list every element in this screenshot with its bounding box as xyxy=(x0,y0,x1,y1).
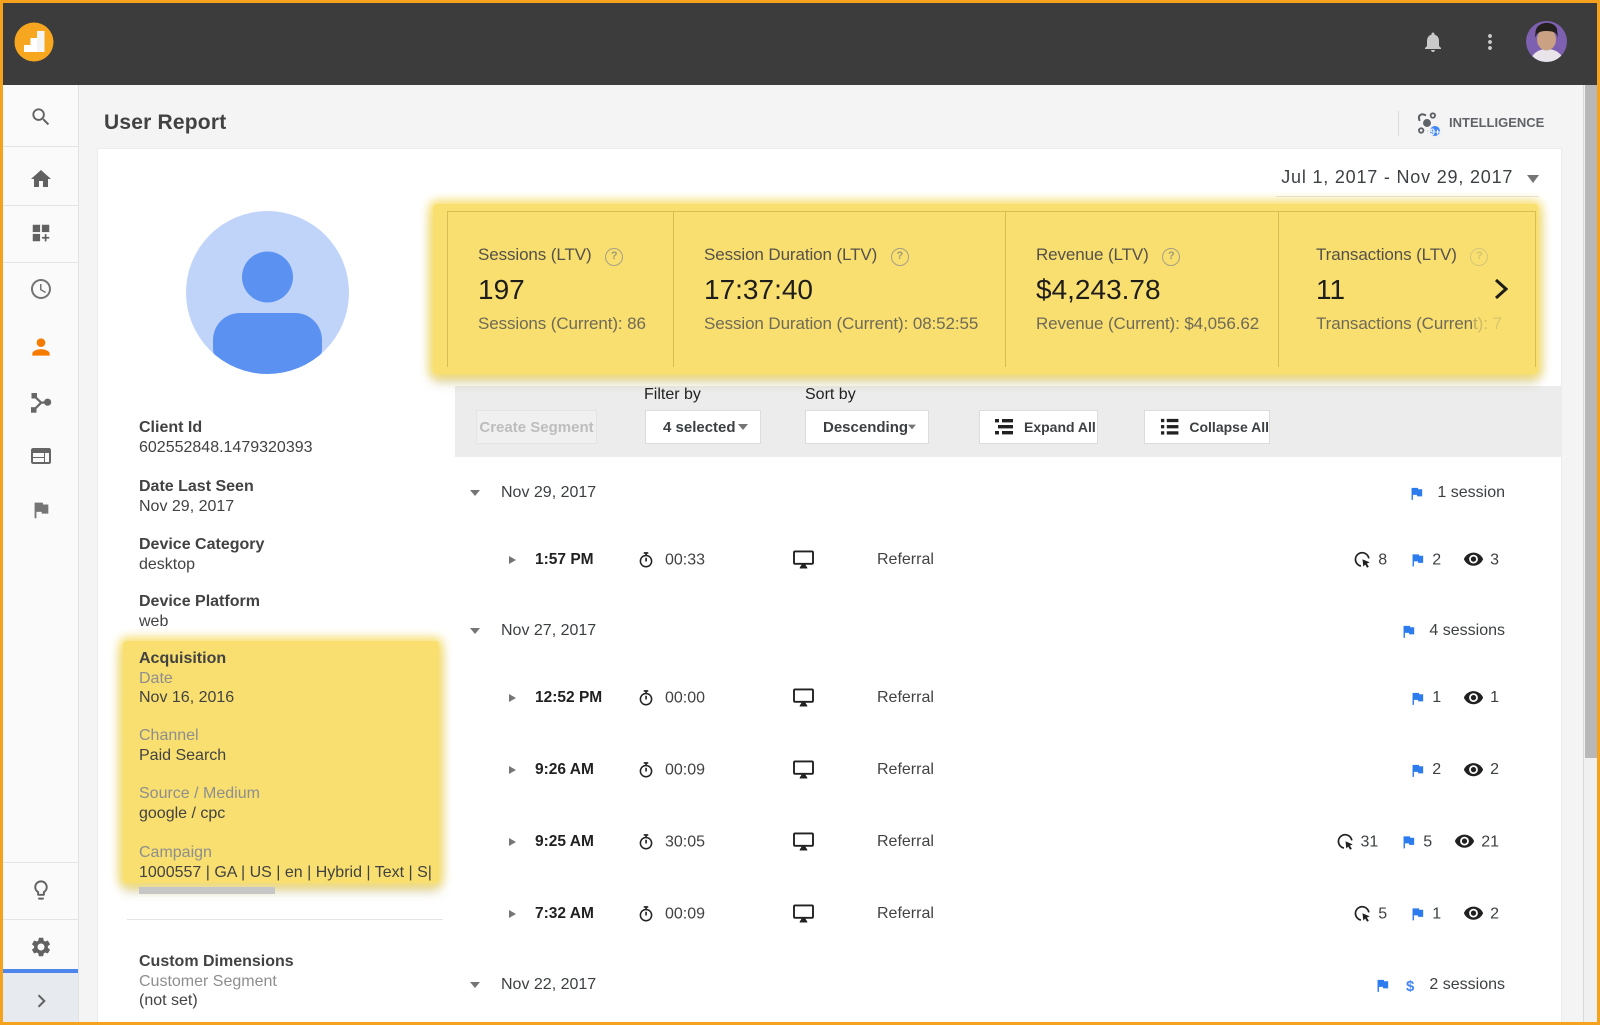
svg-text:$: $ xyxy=(1406,978,1415,994)
